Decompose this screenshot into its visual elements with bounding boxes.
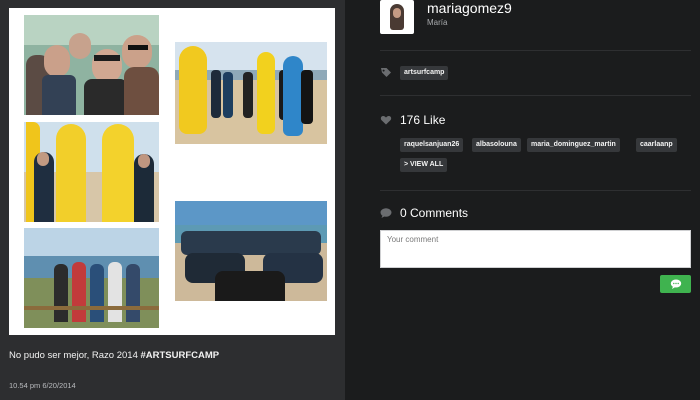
divider — [380, 95, 691, 96]
divider — [380, 50, 691, 51]
liker-chip[interactable]: maria_dominguez_martin — [527, 138, 620, 152]
post-media-panel: No pudo ser mejor, Razo 2014 #ARTSURFCAM… — [0, 0, 345, 400]
liker-chip[interactable]: caarlaanp — [636, 138, 677, 152]
comment-input[interactable] — [380, 230, 691, 268]
collage-photo-group-beach — [175, 201, 327, 301]
photo-collage[interactable] — [9, 8, 335, 335]
username-link[interactable]: mariagomez9 — [427, 0, 512, 16]
collage-photo-girls-surfboards — [24, 122, 159, 222]
collage-photo-girls-coast — [24, 228, 159, 328]
liker-chip[interactable]: raquelsanjuan26 — [400, 138, 464, 152]
collage-photo-surfboards-beach — [175, 42, 327, 144]
comments-count: 0 Comments — [400, 206, 469, 220]
post-timestamp: 10.54 pm 6/20/2014 — [9, 381, 76, 390]
post-caption: No pudo ser mejor, Razo 2014 #ARTSURFCAM… — [9, 350, 219, 361]
avatar[interactable] — [380, 0, 414, 34]
speech-bubble-icon — [380, 208, 392, 218]
post-details-panel: mariagomez9 María artsurfcamp 176 Like r… — [345, 0, 700, 400]
likes-count: 176 Like — [400, 113, 446, 127]
tag-icon — [381, 68, 391, 77]
collage-photo-selfie — [24, 15, 159, 115]
divider — [380, 190, 691, 191]
hashtag-chip[interactable]: artsurfcamp — [400, 66, 449, 80]
caption-text: No pudo ser mejor, Razo 2014 — [9, 350, 141, 361]
caption-hashtag-link[interactable]: #ARTSURFCAMP — [141, 350, 220, 361]
post-comment-button[interactable] — [660, 275, 691, 293]
heart-icon — [380, 115, 392, 125]
user-real-name: María — [427, 18, 448, 27]
chat-bubble-icon — [670, 279, 681, 289]
view-all-likes-button[interactable]: > VIEW ALL — [400, 158, 448, 172]
liker-chip[interactable]: albasolouna — [472, 138, 521, 152]
